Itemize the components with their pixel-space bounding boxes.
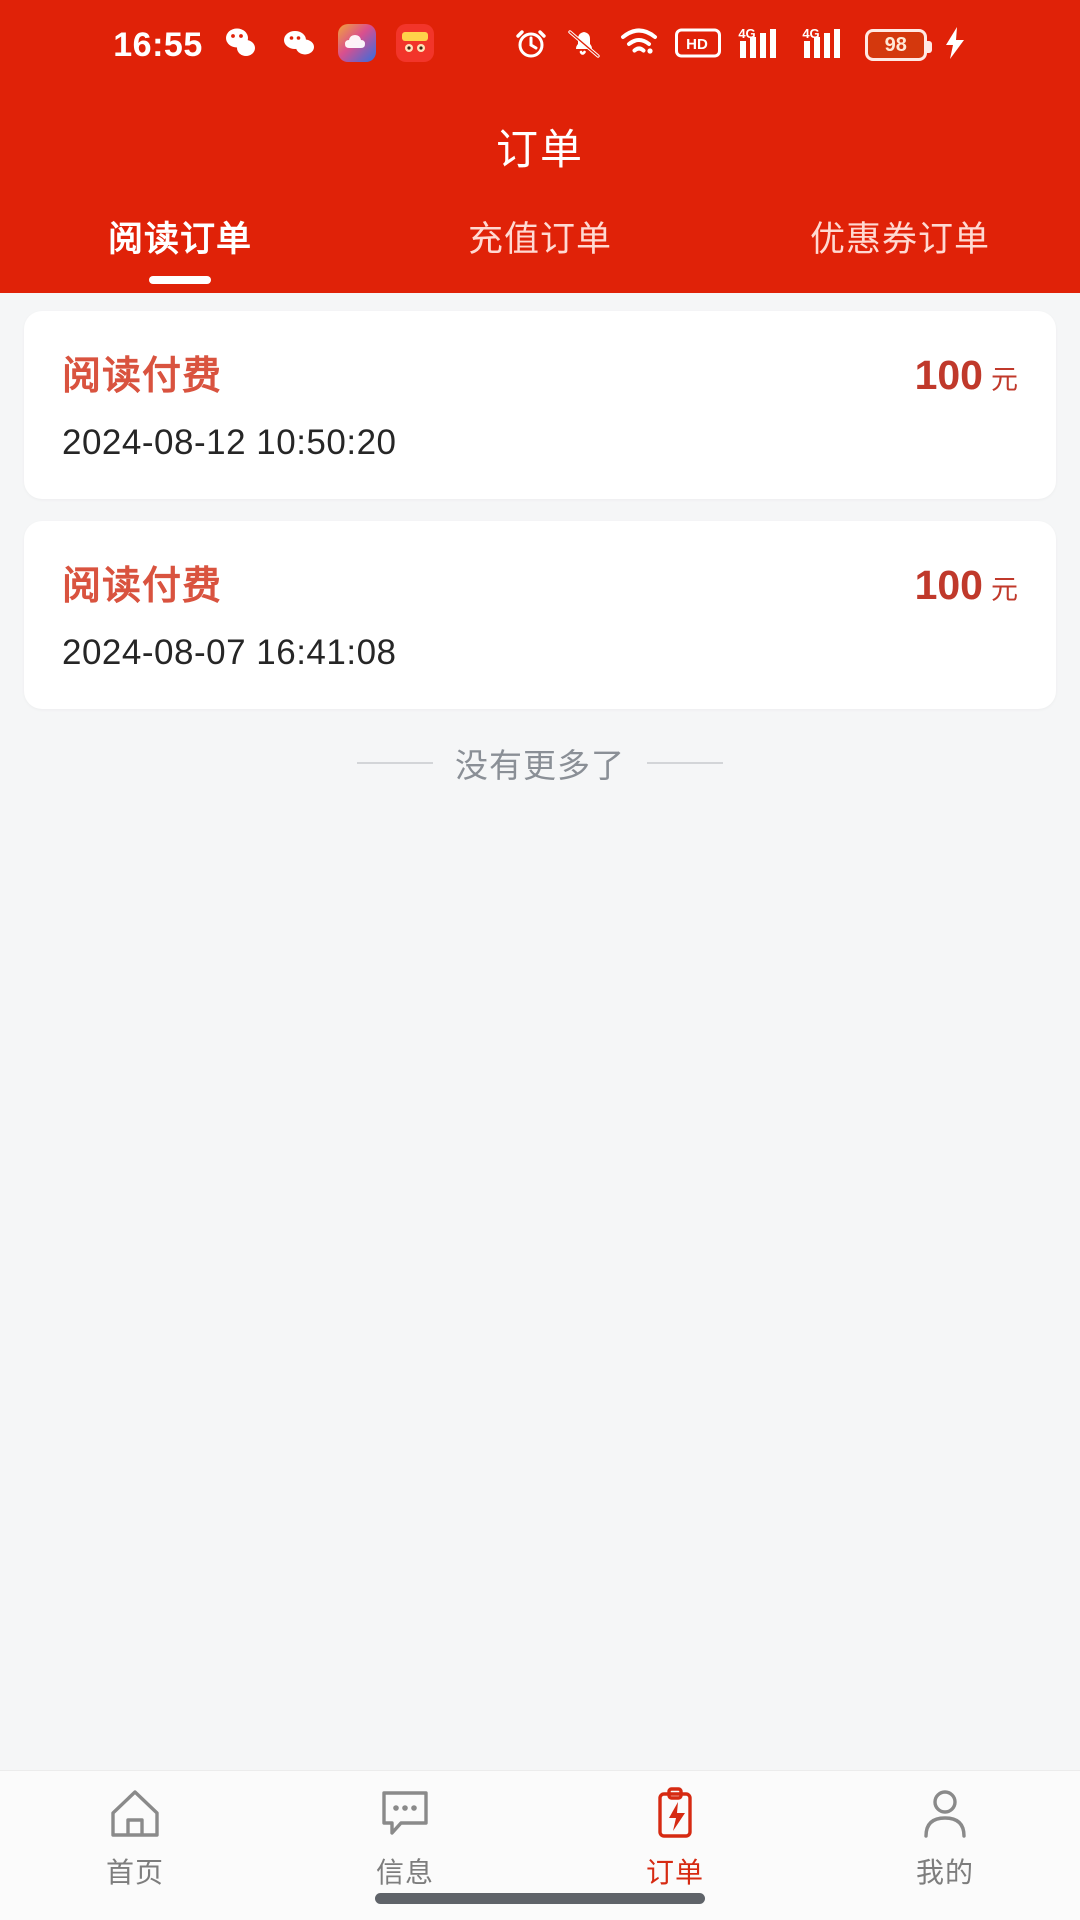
tab-label: 充值订单 xyxy=(467,220,612,259)
order-date: 2024-08-12 10:50:20 xyxy=(62,423,397,462)
signal-4g-1-icon: 4G xyxy=(737,24,785,67)
gesture-home-indicator[interactable] xyxy=(375,1893,705,1904)
nav-item-home[interactable]: 首页 xyxy=(0,1785,270,1891)
wechat-icon xyxy=(279,23,319,68)
hd-icon: HD xyxy=(674,28,721,63)
tab-active-indicator xyxy=(149,276,211,284)
wechat-work-icon xyxy=(221,23,261,68)
order-card[interactable]: 阅读付费 100 元 2024-08-12 10:50:20 xyxy=(24,311,1056,499)
tab-bar: 阅读订单 充值订单 优惠券订单 xyxy=(0,211,1080,293)
order-amount-unit: 元 xyxy=(991,575,1018,605)
page-title: 订单 xyxy=(495,126,584,173)
message-icon xyxy=(377,1785,433,1841)
order-date: 2024-08-07 16:41:08 xyxy=(62,633,397,672)
divider-line-left xyxy=(357,762,433,764)
order-title: 阅读付费 xyxy=(62,565,223,608)
phone-screen: 16:55 HD 4G 4G 98 订单 阅读订单 充值订单 优惠券订单 阅读付… xyxy=(0,0,1080,1920)
tab-label: 优惠券订单 xyxy=(809,220,990,259)
order-amount: 100 元 xyxy=(915,352,1018,399)
charging-bolt-icon xyxy=(943,26,967,65)
list-end-text: 没有更多了 xyxy=(455,747,625,784)
order-amount: 100 元 xyxy=(915,562,1018,609)
order-list: 阅读付费 100 元 2024-08-12 10:50:20 阅读付费 100 … xyxy=(0,293,1080,1770)
tab-coupon-orders[interactable]: 优惠券订单 xyxy=(720,211,1080,293)
order-card-header: 阅读付费 100 元 xyxy=(62,345,1018,401)
person-icon xyxy=(917,1785,973,1841)
signal-4g-2-icon: 4G xyxy=(801,24,849,67)
nav-label: 首页 xyxy=(105,1857,164,1888)
nav-label: 信息 xyxy=(375,1857,434,1888)
nav-label: 我的 xyxy=(915,1857,974,1888)
status-bar-left: 16:55 xyxy=(113,23,434,68)
tab-recharge-orders[interactable]: 充值订单 xyxy=(360,211,720,293)
status-bar-right: HD 4G 4G 98 xyxy=(513,24,967,67)
wifi-icon xyxy=(619,26,659,65)
cloud-app-icon xyxy=(337,23,377,68)
tab-label: 阅读订单 xyxy=(107,220,252,259)
order-title: 阅读付费 xyxy=(62,355,223,398)
order-amount-unit: 元 xyxy=(991,365,1018,395)
order-card[interactable]: 阅读付费 100 元 2024-08-07 16:41:08 xyxy=(24,521,1056,709)
home-icon xyxy=(107,1785,163,1841)
app-header: 订单 阅读订单 充值订单 优惠券订单 xyxy=(0,90,1080,293)
nav-label: 订单 xyxy=(645,1857,704,1888)
alarm-icon xyxy=(513,25,549,66)
tab-reading-orders[interactable]: 阅读订单 xyxy=(0,211,360,293)
divider-line-right xyxy=(647,762,723,764)
nav-item-profile[interactable]: 我的 xyxy=(810,1785,1080,1891)
status-bar: 16:55 HD 4G 4G 98 xyxy=(0,0,1080,90)
order-amount-value: 100 xyxy=(914,352,983,398)
order-amount-value: 100 xyxy=(914,562,983,608)
battery-icon: 98 xyxy=(864,29,932,61)
order-clipboard-icon xyxy=(647,1785,703,1841)
order-card-header: 阅读付费 100 元 xyxy=(62,555,1018,611)
list-end-footer: 没有更多了 xyxy=(24,739,1056,787)
bell-muted-icon xyxy=(565,25,603,66)
battery-level: 98 xyxy=(884,34,907,56)
nav-item-orders[interactable]: 订单 xyxy=(540,1785,810,1891)
red-app-icon xyxy=(395,23,435,68)
svg-text:HD: HD xyxy=(686,36,708,53)
status-time: 16:55 xyxy=(113,25,203,64)
nav-item-messages[interactable]: 信息 xyxy=(270,1785,540,1891)
